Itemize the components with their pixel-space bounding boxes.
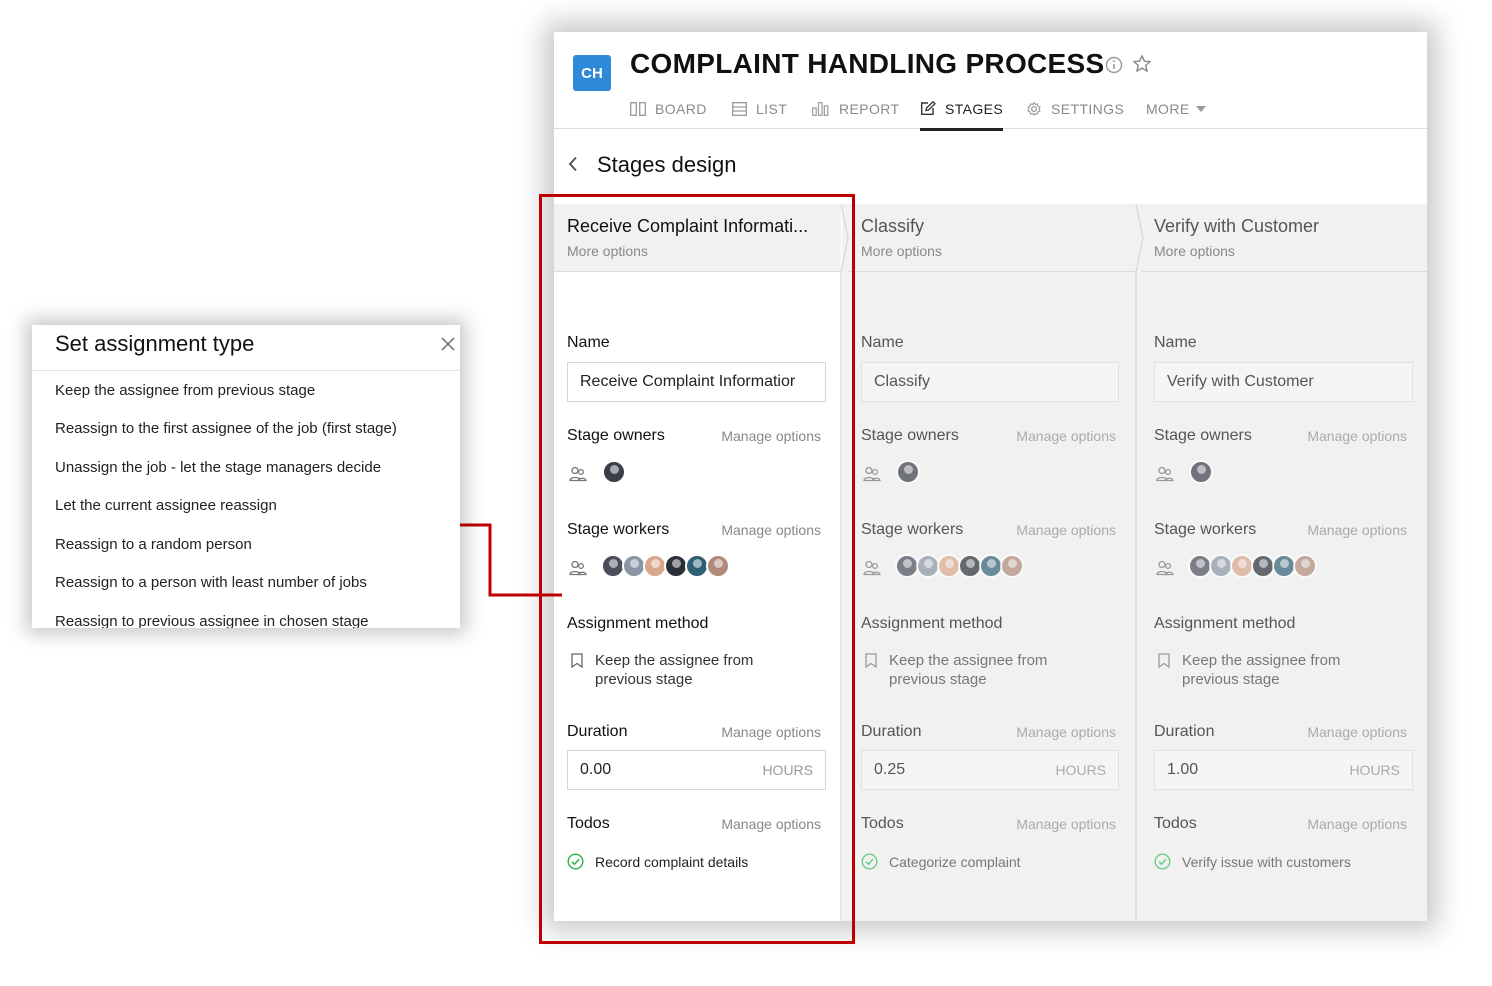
stage-header: Verify with Customer More options bbox=[1141, 204, 1427, 272]
stage-owners-label: Stage owners bbox=[1154, 427, 1252, 444]
tab-settings-label: SETTINGS bbox=[1051, 100, 1125, 117]
stage-column-2: Classify More options Name Classify Stag… bbox=[848, 204, 1136, 921]
hours-unit: HOURS bbox=[1055, 762, 1106, 778]
tab-board[interactable]: BOARD bbox=[630, 88, 707, 129]
manage-options-link[interactable]: Manage options bbox=[1307, 816, 1407, 832]
assignment-option[interactable]: Reassign to a person with least number o… bbox=[55, 574, 367, 591]
duration-value: 1.00 bbox=[1167, 761, 1199, 778]
board-icon bbox=[630, 101, 646, 116]
popup-divider bbox=[32, 370, 460, 371]
people-icon[interactable] bbox=[1156, 466, 1174, 487]
stage-header: Classify More options bbox=[848, 204, 1136, 272]
stage-column-3: Verify with Customer More options Name V… bbox=[1141, 204, 1427, 921]
tab-board-label: BOARD bbox=[655, 100, 707, 117]
tab-stages-label: STAGES bbox=[945, 100, 1004, 117]
stage-name-field[interactable]: Verify with Customer bbox=[1154, 362, 1413, 402]
duration-label: Duration bbox=[861, 723, 922, 740]
info-icon[interactable] bbox=[1105, 56, 1123, 79]
process-logo: CH bbox=[573, 55, 611, 91]
todos-label: Todos bbox=[861, 815, 904, 832]
duration-field[interactable]: 1.00 HOURS bbox=[1154, 750, 1413, 790]
todos-label: Todos bbox=[1154, 815, 1197, 832]
gear-icon bbox=[1027, 101, 1041, 116]
bookmark-icon bbox=[1158, 653, 1170, 673]
stage-name-field[interactable]: Classify bbox=[861, 362, 1119, 402]
assignment-option[interactable]: Let the current assignee reassign bbox=[55, 497, 277, 514]
assignment-method-label: Assignment method bbox=[861, 615, 1003, 632]
manage-options-link[interactable]: Manage options bbox=[1016, 428, 1116, 444]
assignment-type-popup: Set assignment type Keep the assignee fr… bbox=[32, 325, 460, 628]
hours-unit: HOURS bbox=[1349, 762, 1400, 778]
avatar[interactable] bbox=[1293, 554, 1317, 578]
avatar[interactable] bbox=[1000, 554, 1024, 578]
avatar[interactable] bbox=[896, 460, 920, 484]
assignment-option[interactable]: Reassign to previous assignee in chosen … bbox=[55, 613, 369, 628]
assignment-method-label: Assignment method bbox=[1154, 615, 1296, 632]
app-header: CH COMPLAINT HANDLING PROCESS BOARD LIST… bbox=[554, 32, 1427, 131]
tab-report[interactable]: REPORT bbox=[812, 88, 900, 129]
star-icon[interactable] bbox=[1132, 54, 1152, 79]
duration-label: Duration bbox=[1154, 723, 1215, 740]
report-icon bbox=[812, 101, 829, 116]
popup-title: Set assignment type bbox=[55, 331, 255, 356]
people-icon[interactable] bbox=[1156, 560, 1174, 581]
chevron-left-icon[interactable] bbox=[568, 156, 578, 177]
assignment-method-value[interactable]: Keep the assignee from previous stage bbox=[1182, 651, 1392, 689]
name-label: Name bbox=[861, 334, 904, 351]
tab-stages[interactable]: STAGES bbox=[920, 88, 1004, 131]
highlight-box bbox=[539, 194, 855, 944]
stage-workers-label: Stage workers bbox=[861, 521, 964, 538]
manage-options-link[interactable]: Manage options bbox=[1016, 724, 1116, 740]
more-options-link[interactable]: More options bbox=[1154, 243, 1235, 259]
todo-item[interactable]: Verify issue with customers bbox=[1182, 854, 1351, 870]
people-icon[interactable] bbox=[863, 560, 881, 581]
tab-report-label: REPORT bbox=[839, 100, 900, 117]
assignment-option[interactable]: Reassign to a random person bbox=[55, 536, 252, 553]
edit-icon bbox=[921, 101, 936, 115]
tab-list-label: LIST bbox=[756, 100, 788, 117]
check-circle-icon[interactable] bbox=[1154, 853, 1171, 875]
tab-settings[interactable]: SETTINGS bbox=[1026, 88, 1124, 129]
assignment-option[interactable]: Unassign the job - let the stage manager… bbox=[55, 459, 381, 476]
todo-item[interactable]: Categorize complaint bbox=[889, 854, 1021, 870]
bookmark-icon bbox=[865, 653, 877, 673]
tab-list[interactable]: LIST bbox=[732, 88, 787, 129]
process-title: COMPLAINT HANDLING PROCESS bbox=[630, 48, 1105, 79]
list-icon bbox=[732, 101, 747, 116]
stage-name[interactable]: Classify bbox=[861, 216, 924, 237]
manage-options-link[interactable]: Manage options bbox=[1307, 428, 1407, 444]
close-icon[interactable] bbox=[441, 337, 455, 356]
tab-more-label: MORE bbox=[1146, 100, 1190, 117]
stage-name[interactable]: Verify with Customer bbox=[1154, 216, 1319, 237]
assignment-option[interactable]: Reassign to the first assignee of the jo… bbox=[55, 420, 397, 437]
manage-options-link[interactable]: Manage options bbox=[1016, 816, 1116, 832]
name-label: Name bbox=[1154, 334, 1197, 351]
people-icon[interactable] bbox=[863, 466, 881, 487]
manage-options-link[interactable]: Manage options bbox=[1307, 724, 1407, 740]
assignment-method-value[interactable]: Keep the assignee from previous stage bbox=[889, 651, 1099, 689]
tab-more[interactable]: MORE bbox=[1146, 88, 1215, 129]
page-heading: Stages design bbox=[554, 130, 1427, 204]
check-circle-icon[interactable] bbox=[861, 853, 878, 875]
assignment-option[interactable]: Keep the assignee from previous stage bbox=[55, 382, 315, 399]
page-title: Stages design bbox=[597, 152, 737, 177]
caret-down-icon bbox=[1195, 105, 1206, 112]
stage-workers-label: Stage workers bbox=[1154, 521, 1257, 538]
manage-options-link[interactable]: Manage options bbox=[1307, 522, 1407, 538]
stage-owners-label: Stage owners bbox=[861, 427, 959, 444]
more-options-link[interactable]: More options bbox=[861, 243, 942, 259]
duration-value: 0.25 bbox=[874, 761, 906, 778]
duration-field[interactable]: 0.25 HOURS bbox=[861, 750, 1119, 790]
manage-options-link[interactable]: Manage options bbox=[1016, 522, 1116, 538]
avatar[interactable] bbox=[1189, 460, 1213, 484]
